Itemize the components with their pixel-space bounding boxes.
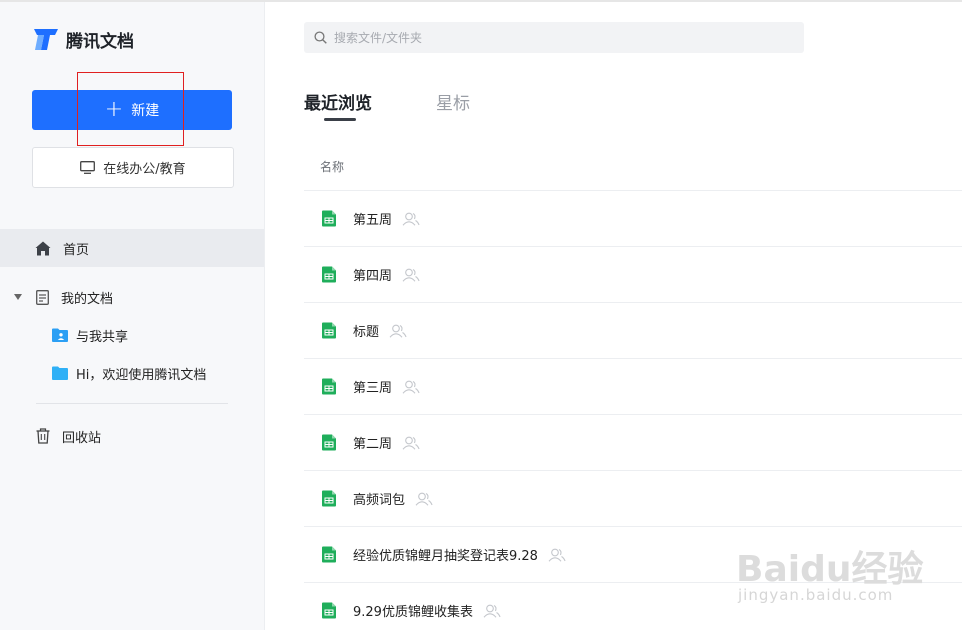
sheet-icon bbox=[322, 210, 336, 227]
collaborators-icon[interactable] bbox=[402, 436, 420, 450]
home-icon bbox=[35, 241, 51, 255]
sidebar-item-shared[interactable]: 与我共享 bbox=[52, 324, 128, 346]
app-logo[interactable]: 腾讯文档 bbox=[32, 26, 134, 52]
document-row[interactable]: 高频词包 bbox=[304, 471, 962, 527]
sidebar-item-my-docs[interactable]: 我的文档 bbox=[14, 286, 113, 308]
sheet-icon bbox=[322, 490, 336, 507]
document-row[interactable]: 9.29优质锦鲤收集表 bbox=[304, 583, 962, 630]
collaborators-icon[interactable] bbox=[402, 380, 420, 394]
online-office-label: 在线办公/教育 bbox=[103, 162, 186, 177]
sidebar-item-home[interactable]: 首页 bbox=[0, 229, 264, 267]
search-input[interactable] bbox=[334, 30, 774, 45]
app-name: 腾讯文档 bbox=[66, 31, 134, 52]
document-row[interactable]: 第五周 bbox=[304, 191, 962, 247]
search-icon bbox=[314, 31, 327, 44]
online-office-button[interactable]: 在线办公/教育 bbox=[32, 147, 234, 188]
sheet-icon bbox=[322, 546, 336, 563]
new-button-label: 新建 bbox=[131, 103, 160, 119]
sidebar-item-my-docs-label: 我的文档 bbox=[61, 291, 114, 307]
active-tab-indicator bbox=[324, 118, 356, 121]
document-name: 经验优质锦鲤月抽奖登记表9.28 bbox=[353, 549, 538, 564]
document-name: 第三周 bbox=[353, 381, 393, 396]
sheet-icon bbox=[322, 266, 336, 283]
collaborators-icon[interactable] bbox=[402, 268, 420, 282]
trash-icon bbox=[36, 428, 50, 444]
sheet-icon bbox=[322, 378, 336, 395]
search-bar[interactable] bbox=[304, 22, 804, 53]
folder-icon bbox=[52, 366, 68, 380]
monitor-icon bbox=[80, 161, 96, 174]
collaborators-icon[interactable] bbox=[389, 324, 407, 338]
plus-icon: + bbox=[104, 97, 124, 122]
sidebar-divider bbox=[36, 403, 228, 404]
sheet-icon bbox=[322, 322, 336, 339]
document-name: 第二周 bbox=[353, 437, 393, 452]
document-row[interactable]: 第三周 bbox=[304, 359, 962, 415]
sidebar-item-trash-label: 回收站 bbox=[62, 430, 102, 446]
caret-down-icon[interactable] bbox=[14, 294, 22, 300]
document-row[interactable]: 标题 bbox=[304, 303, 962, 359]
shared-folder-icon bbox=[52, 328, 68, 342]
document-name: 第五周 bbox=[353, 213, 393, 228]
document-row[interactable]: 第二周 bbox=[304, 415, 962, 471]
sidebar-item-trash[interactable]: 回收站 bbox=[36, 425, 101, 447]
document-name: 第四周 bbox=[353, 269, 393, 284]
collaborators-icon[interactable] bbox=[548, 548, 566, 562]
sidebar-item-shared-label: 与我共享 bbox=[76, 329, 129, 345]
new-button[interactable]: + 新建 bbox=[32, 90, 232, 130]
tencent-docs-logo-icon bbox=[34, 29, 58, 50]
sidebar-item-welcome-label: Hi，欢迎使用腾讯文档 bbox=[76, 367, 207, 383]
sidebar-item-welcome-folder[interactable]: Hi，欢迎使用腾讯文档 bbox=[52, 362, 206, 384]
document-row[interactable]: 经验优质锦鲤月抽奖登记表9.28 bbox=[304, 527, 962, 583]
sidebar-item-home-label: 首页 bbox=[63, 242, 90, 258]
document-name: 标题 bbox=[353, 325, 380, 340]
document-row[interactable]: 第四周 bbox=[304, 247, 962, 303]
sheet-icon bbox=[322, 434, 336, 451]
collaborators-icon[interactable] bbox=[402, 212, 420, 226]
collaborators-icon[interactable] bbox=[415, 492, 433, 506]
document-name: 高频词包 bbox=[353, 493, 406, 508]
tab-starred[interactable]: 星标 bbox=[436, 89, 470, 114]
column-header-name[interactable]: 名称 bbox=[320, 158, 344, 175]
collaborators-icon[interactable] bbox=[483, 604, 501, 618]
document-list-icon bbox=[36, 289, 49, 305]
sheet-icon bbox=[322, 602, 336, 619]
tab-recent[interactable]: 最近浏览 bbox=[304, 89, 372, 114]
document-name: 9.29优质锦鲤收集表 bbox=[353, 605, 473, 620]
sidebar: 腾讯文档 + 新建 在线办公/教育 首页 我的文档 与我共享 Hi，欢迎使用腾讯… bbox=[0, 2, 265, 630]
